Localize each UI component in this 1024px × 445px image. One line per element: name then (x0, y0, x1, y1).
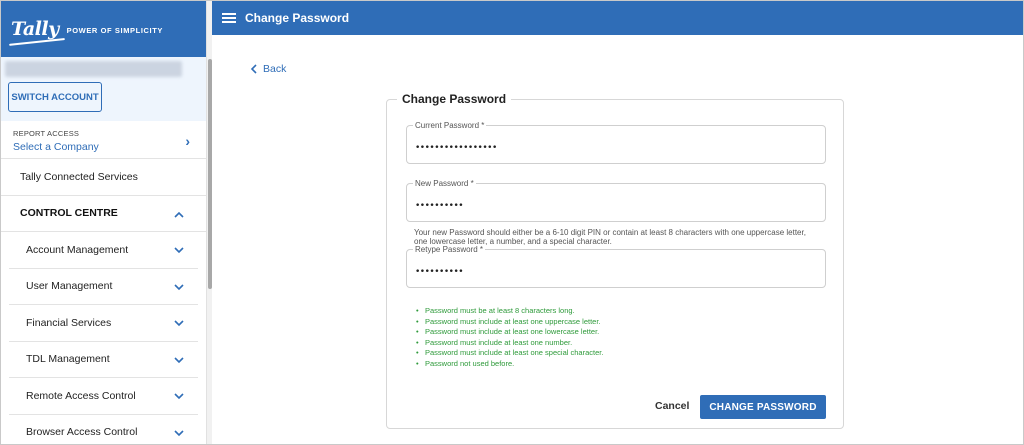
sidebar-item-tdl-management[interactable]: TDL Management (9, 342, 198, 378)
new-password-input[interactable] (415, 201, 815, 211)
account-name-redacted (5, 61, 182, 77)
report-access-title: REPORT ACCESS (13, 129, 80, 138)
password-helper-text: Your new Password should either be a 6-1… (414, 228, 806, 246)
password-rule: Password must be at least 8 characters l… (416, 306, 603, 317)
report-access[interactable]: REPORT ACCESS Select a Company › (1, 121, 206, 159)
brand-bar: Tally POWER OF SIMPLICITY (1, 1, 206, 57)
chevron-down-icon[interactable] (174, 353, 184, 366)
tally-logo[interactable]: Tally (11, 19, 59, 39)
password-rule: Password not used before. (416, 359, 603, 370)
sidebar-item-financial-services[interactable]: Financial Services (9, 305, 198, 342)
page-title: Change Password (245, 11, 350, 25)
new-password-field[interactable]: New Password * (406, 179, 826, 222)
hamburger-menu-icon[interactable] (222, 13, 236, 23)
sidebar-item-remote-access-control[interactable]: Remote Access Control (9, 378, 198, 415)
sidebar-section-label: CONTROL CENTRE (20, 207, 118, 220)
sidebar-item-label: TDL Management (26, 353, 110, 366)
chevron-left-icon (250, 64, 257, 74)
sidebar-item-label: Account Management (26, 243, 129, 256)
new-password-label: New Password * (413, 179, 476, 188)
change-password-form: Change Password Current Password * New P… (386, 92, 844, 429)
password-rule: Password must include at least one upper… (416, 317, 603, 328)
sidebar-item-label: Tally Connected Services (20, 170, 138, 183)
password-rule: Password must include at least one numbe… (416, 338, 603, 349)
retype-password-label: Retype Password * (413, 245, 486, 254)
sidebar-section-control-centre[interactable]: CONTROL CENTRE (1, 196, 206, 232)
sidebar-item-label: User Management (26, 280, 113, 293)
back-link[interactable]: Back (250, 63, 286, 75)
sidebar-item-label: Financial Services (26, 316, 112, 329)
account-panel: SWITCH ACCOUNT (1, 57, 206, 121)
chevron-up-icon[interactable] (174, 207, 184, 220)
app-window: Tally POWER OF SIMPLICITY SWITCH ACCOUNT… (0, 0, 1024, 445)
select-company-link[interactable]: Select a Company (13, 141, 206, 153)
current-password-input[interactable] (415, 143, 815, 153)
sidebar-item-browser-access-control[interactable]: Browser Access Control (9, 415, 198, 445)
retype-password-input[interactable] (415, 267, 815, 277)
sidebar-item-connected-services[interactable]: Tally Connected Services (1, 159, 206, 196)
top-bar: Change Password (212, 1, 1023, 35)
chevron-down-icon[interactable] (174, 243, 184, 256)
password-rules-list: Password must be at least 8 characters l… (416, 306, 603, 369)
change-password-button[interactable]: CHANGE PASSWORD (700, 395, 826, 419)
brand-tagline: POWER OF SIMPLICITY (66, 25, 164, 35)
sidebar-item-user-management[interactable]: User Management (9, 269, 198, 305)
chevron-down-icon[interactable] (174, 426, 184, 439)
main-content: Change Password Back Change Password Cur… (212, 1, 1023, 444)
sidebar: Tally POWER OF SIMPLICITY SWITCH ACCOUNT… (1, 1, 206, 445)
password-rule: Password must include at least one lower… (416, 327, 603, 338)
current-password-field[interactable]: Current Password * (406, 121, 826, 164)
switch-account-button[interactable]: SWITCH ACCOUNT (8, 82, 102, 112)
sidebar-item-label: Remote Access Control (26, 389, 136, 402)
retype-password-field[interactable]: Retype Password * (406, 245, 826, 288)
chevron-down-icon[interactable] (174, 316, 184, 329)
cancel-button[interactable]: Cancel (655, 400, 689, 412)
chevron-right-icon[interactable]: › (185, 133, 190, 149)
chevron-down-icon[interactable] (174, 389, 184, 402)
sidebar-item-account-management[interactable]: Account Management (9, 232, 198, 269)
sidebar-item-label: Browser Access Control (26, 426, 138, 439)
back-label: Back (263, 63, 287, 75)
password-rule: Password must include at least one speci… (416, 348, 603, 359)
chevron-down-icon[interactable] (174, 280, 184, 293)
current-password-label: Current Password * (413, 121, 487, 130)
form-title: Change Password (397, 92, 512, 106)
